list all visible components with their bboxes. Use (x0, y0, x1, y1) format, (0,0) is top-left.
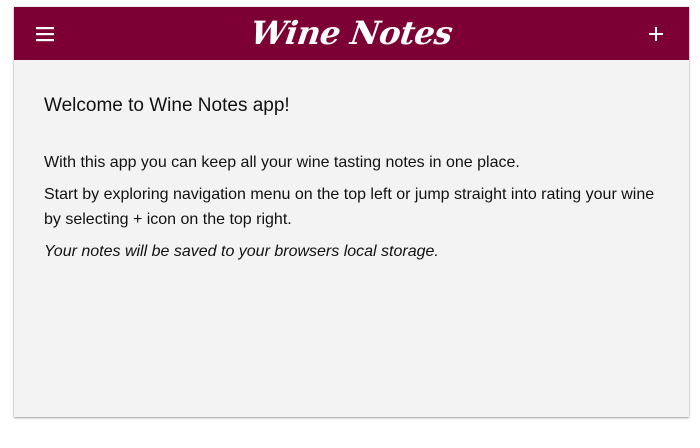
app-window: Wine Notes Welcome to Wine Notes app! Wi… (14, 7, 689, 417)
hamburger-menu-icon[interactable] (34, 24, 58, 44)
page-title: Welcome to Wine Notes app! (44, 95, 290, 116)
instructions-paragraph: Start by exploring navigation menu on th… (44, 186, 655, 228)
add-note-plus-icon[interactable] (646, 23, 668, 45)
app-logo: Wine Notes (248, 14, 455, 52)
app-header: Wine Notes (14, 7, 689, 60)
storage-note: Your notes will be saved to your browser… (44, 243, 439, 260)
intro-paragraph: With this app you can keep all your wine… (44, 154, 520, 171)
